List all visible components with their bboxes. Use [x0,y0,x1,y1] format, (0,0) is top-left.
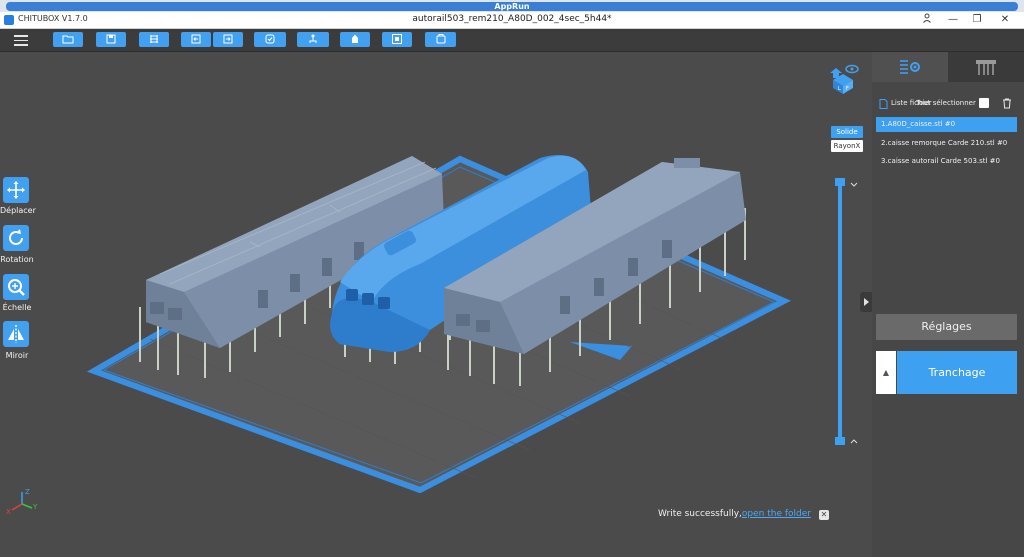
select-all-checkbox[interactable] [979,98,989,108]
toast-message: Write successfully, [658,509,742,519]
svg-text:L: L [838,86,841,92]
panel-collapse-handle[interactable] [860,292,872,312]
main-toolbar [0,29,1024,52]
axis-z-label: Z [25,488,30,496]
right-panel: Liste fichier Tout sélectionner 1.A80D_c… [872,52,1024,557]
undo-button[interactable] [181,32,211,47]
mirror-icon [8,325,24,343]
slice-options-arrow[interactable]: ▲ [876,351,896,394]
file-icon [879,99,888,109]
xray-mode-button[interactable]: RayonX [831,140,863,152]
copy-icon [436,34,445,44]
layer-slider[interactable] [835,178,858,445]
move-tool-button[interactable] [3,177,29,203]
select-all-label: Tout sélectionner [916,99,976,107]
support-table-icon [976,60,996,75]
3d-viewport[interactable]: L F Z X Y Déplacer Rotation Échelle Miro… [0,52,872,557]
mirror-tool-label: Miroir [5,351,29,360]
apprun-bar: AppRun [0,0,1024,12]
rotate-icon [9,229,23,245]
document-title: autorail503_rem210_A80D_002_4sec_5h44* [412,14,612,24]
scale-tool-label: Échelle [2,303,32,312]
save-icon [106,34,116,44]
apprun-title: AppRun [6,2,1018,11]
move-tool-label: Déplacer [0,206,36,215]
slice-layers-button[interactable] [139,32,169,47]
list-settings-icon [900,60,920,74]
hamburger-menu-icon[interactable] [14,32,28,48]
open-file-icon [62,35,74,44]
rotate-tool-button[interactable] [3,225,29,251]
frame-icon [392,34,402,44]
svg-text:F: F [846,86,849,92]
axis-indicator: Z X Y [6,488,38,516]
supports-icon [309,34,317,43]
trash-icon[interactable] [1002,98,1012,109]
user-icon[interactable] [916,13,938,27]
slice-button[interactable]: Tranchage [897,351,1017,394]
redo-button[interactable] [213,32,243,47]
scene-canvas[interactable]: L F Z X Y [0,52,872,557]
mirror-tool-button[interactable] [3,321,29,347]
supports-button[interactable] [297,32,329,47]
view-cube[interactable]: L F [830,64,859,95]
copy-button[interactable] [425,32,456,47]
file-list-item[interactable]: 1.A80D_caisse.stl #0 [876,117,1017,132]
minimize-button[interactable]: — [942,13,964,27]
solid-mode-button[interactable]: Solide [831,126,863,138]
toast-notification: Write successfully,open the folder [658,509,811,519]
open-folder-link[interactable]: open the folder [742,509,811,519]
auto-layout-button[interactable] [254,32,286,47]
app-name: CHITUBOX V1.7.0 [18,14,88,23]
hollow-icon [352,34,358,43]
scale-tool-button[interactable] [3,274,29,300]
slice-layers-icon [150,35,158,43]
axis-x-label: X [6,508,11,516]
tab-supports[interactable] [948,52,1024,82]
scale-icon [8,279,25,296]
redo-icon [223,34,233,44]
chevron-right-icon [864,298,869,306]
tab-model-settings[interactable] [872,52,948,82]
title-bar: CHITUBOX V1.7.0 autorail503_rem210_A80D_… [0,12,1024,29]
file-list-header: Liste fichier Tout sélectionner [876,98,1017,110]
settings-button[interactable]: Réglages [876,314,1017,340]
file-list-item[interactable]: 2.caisse remorque Carde 210.stl #0 [876,136,1017,151]
toast-close-button[interactable]: ✕ [819,510,829,520]
restore-button[interactable]: ❐ [966,13,988,27]
close-button[interactable]: ✕ [994,13,1016,27]
rotate-tool-label: Rotation [0,255,34,264]
frame-button[interactable] [382,32,412,47]
axis-y-label: Y [32,503,38,511]
hollow-button[interactable] [340,32,370,47]
chitubox-logo-icon [4,15,14,25]
save-button[interactable] [96,32,126,47]
file-list-item[interactable]: 3.caisse autorail Carde 503.stl #0 [876,154,1017,169]
open-file-button[interactable] [53,32,83,47]
panel-tabs [872,52,1024,82]
undo-icon [191,34,201,44]
auto-layout-icon [265,34,275,44]
move-icon [7,181,25,199]
